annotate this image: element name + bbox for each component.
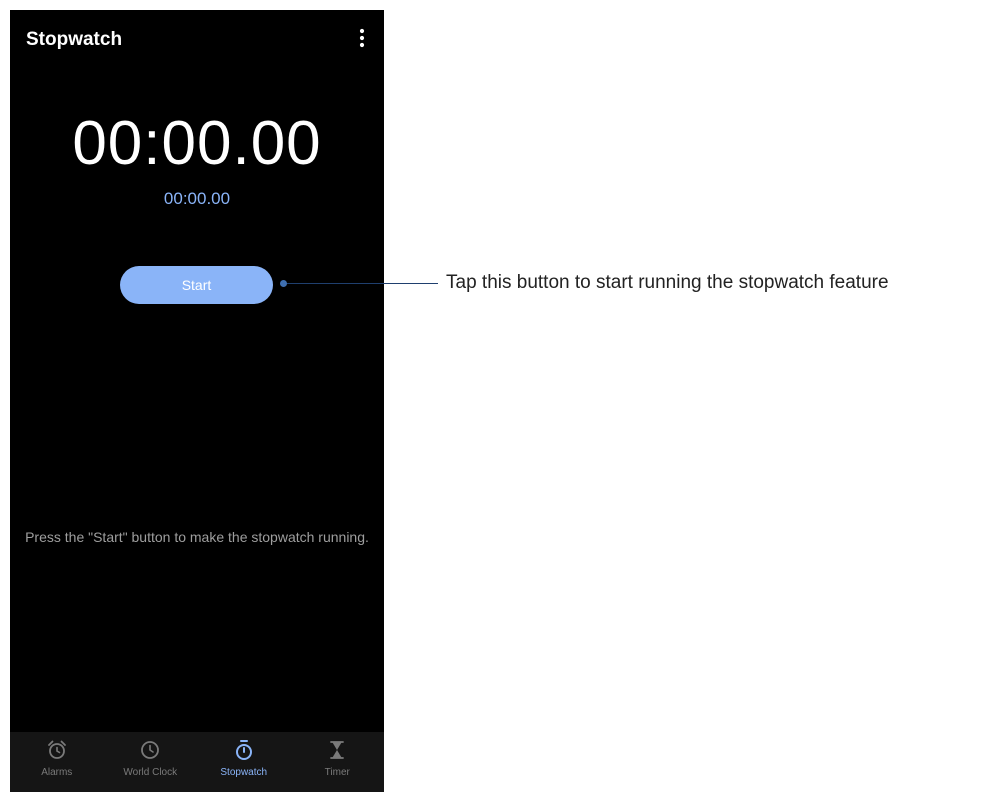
page-title: Stopwatch — [26, 29, 123, 50]
callout-dot — [280, 280, 287, 287]
start-button[interactable]: Start — [120, 266, 273, 304]
hint-text: Press the "Start" button to make the sto… — [25, 529, 369, 545]
hourglass-icon — [330, 741, 345, 759]
nav-label-alarms: Alarms — [41, 767, 73, 778]
nav-item-world-clock[interactable]: World Clock — [104, 732, 198, 792]
elapsed-time-display: 00:00.00 — [72, 109, 322, 178]
lap-time-display: 00:00.00 — [163, 189, 231, 208]
app-bar: Stopwatch — [10, 10, 384, 68]
callout-annotation: Tap this button to start running the sto… — [446, 272, 889, 293]
bottom-navigation: Alarms World Clock Stopwatch Timer — [10, 732, 384, 792]
more-vertical-icon — [359, 28, 365, 48]
stopwatch-icon — [235, 740, 252, 760]
nav-item-alarms[interactable]: Alarms — [10, 732, 104, 792]
nav-label-world-clock: World Clock — [123, 767, 178, 778]
alarm-clock-icon — [47, 740, 66, 759]
more-options-button[interactable] — [350, 26, 374, 52]
clock-icon — [141, 741, 160, 759]
page: Stopwatch 00:00.00 00:00.00 Start Press … — [0, 0, 987, 792]
nav-item-stopwatch[interactable]: Stopwatch — [197, 732, 291, 792]
nav-item-timer[interactable]: Timer — [291, 732, 385, 792]
nav-label-timer: Timer — [324, 767, 350, 778]
callout-line — [283, 283, 438, 284]
nav-label-stopwatch: Stopwatch — [220, 767, 268, 778]
phone-screen: Stopwatch 00:00.00 00:00.00 Start Press … — [10, 10, 384, 792]
